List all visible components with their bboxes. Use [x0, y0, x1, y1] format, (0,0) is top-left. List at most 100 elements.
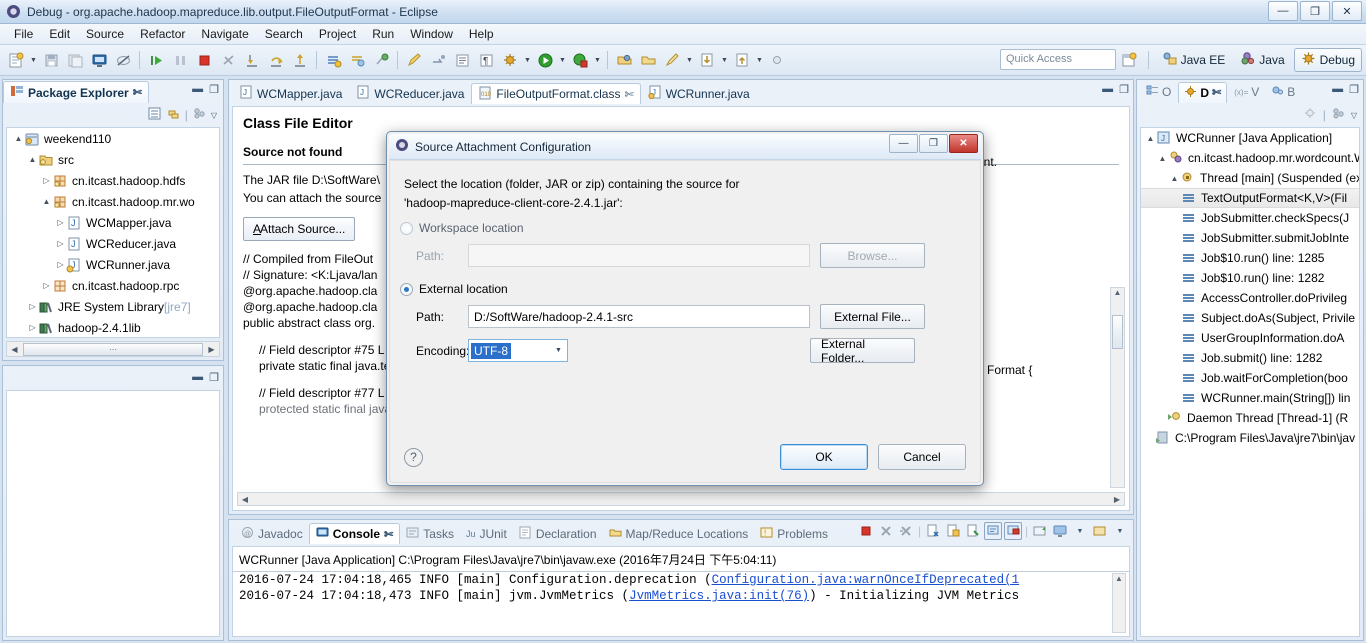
console-link[interactable]: JvmMetrics.java:init(76): [629, 589, 809, 603]
minimize-icon[interactable]: ▬: [1102, 83, 1113, 96]
search-dropdown-icon[interactable]: ▼: [684, 49, 695, 71]
maximize-icon[interactable]: ❐: [1349, 83, 1359, 96]
attach-source-button[interactable]: AAttach Source...: [243, 217, 356, 241]
twisty-icon[interactable]: ▷: [55, 260, 66, 269]
tree-row[interactable]: AccessController.doPrivileg: [1141, 288, 1359, 308]
run-external-dropdown-icon[interactable]: ▼: [592, 49, 603, 71]
open-folder-icon[interactable]: [637, 49, 659, 71]
tab-mapreduce-locations[interactable]: Map/Reduce Locations: [603, 523, 755, 544]
tree-row[interactable]: ▷ cn.itcast.hadoop.hdfs: [7, 170, 219, 191]
step-over-icon[interactable]: [265, 49, 287, 71]
next-annotation-icon[interactable]: [322, 49, 344, 71]
menu-window[interactable]: Window: [402, 25, 461, 43]
twisty-icon[interactable]: ▲: [1145, 134, 1156, 143]
misc-tool-icon[interactable]: [766, 49, 788, 71]
maximize-icon[interactable]: ❐: [1119, 83, 1129, 96]
tree-row[interactable]: ▲ cn.itcast.hadoop.mr.wo: [7, 191, 219, 212]
tab-declaration[interactable]: Declaration: [513, 523, 603, 544]
tab-debug[interactable]: D ✄: [1178, 81, 1228, 103]
upload-icon[interactable]: [731, 49, 753, 71]
tree-row[interactable]: ▲ cn.itcast.hadoop.mr.wordcount.W(: [1141, 148, 1359, 168]
tree-row[interactable]: WCRunner.main(String[]) lin: [1141, 388, 1359, 408]
clear-console-icon[interactable]: [924, 522, 942, 540]
scroll-left-icon[interactable]: ◀: [238, 495, 252, 504]
download-icon[interactable]: [696, 49, 718, 71]
external-location-option[interactable]: External location: [390, 282, 980, 296]
tree-row[interactable]: Job$10.run() line: 1285: [1141, 248, 1359, 268]
terminate-icon[interactable]: [857, 522, 875, 540]
disconnect-icon[interactable]: [217, 49, 239, 71]
close-icon[interactable]: ✄: [133, 86, 142, 99]
pin-console-icon[interactable]: [964, 522, 982, 540]
editor-tab-wcrunner[interactable]: J WCRunner.java: [641, 83, 757, 104]
terminate-icon[interactable]: [193, 49, 215, 71]
debug-tree[interactable]: ▲ J WCRunner [Java Application] ▲ cn.itc…: [1140, 127, 1360, 637]
tree-row[interactable]: TextOutputFormat<K,V>(Fil: [1141, 188, 1359, 208]
pencil-tool-icon[interactable]: [403, 49, 425, 71]
browse-button[interactable]: Browse...: [820, 243, 925, 268]
search-pencil-icon[interactable]: [661, 49, 683, 71]
encoding-select[interactable]: UTF-8 ▼: [468, 339, 568, 362]
minimize-button[interactable]: —: [1268, 1, 1298, 21]
tree-row[interactable]: ▷ J WCRunner.java: [7, 254, 219, 275]
twisty-icon[interactable]: ▲: [41, 197, 52, 206]
twisty-icon[interactable]: ▲: [1169, 174, 1180, 183]
view-menu-icon[interactable]: ▽: [211, 111, 217, 120]
workspace-path-input[interactable]: [468, 244, 810, 267]
package-explorer-tree[interactable]: ▲ weekend110 ▲ src ▷ cn.itcast.hadoop.hd…: [6, 127, 220, 338]
twisty-icon[interactable]: ▷: [27, 302, 38, 311]
external-folder-button[interactable]: External Folder...: [810, 337, 915, 365]
menu-help[interactable]: Help: [461, 25, 502, 43]
outline-icon[interactable]: [451, 49, 473, 71]
step-into-icon[interactable]: [241, 49, 263, 71]
tree-row[interactable]: ▲ src: [7, 149, 219, 170]
twisty-icon[interactable]: ▷: [55, 218, 66, 227]
debug-filter-icon[interactable]: [1303, 106, 1318, 124]
twisty-icon[interactable]: ▲: [27, 155, 38, 164]
tree-row[interactable]: Job$10.run() line: 1282: [1141, 268, 1359, 288]
maximize-icon[interactable]: ❐: [209, 371, 219, 384]
tab-tasks[interactable]: Tasks: [400, 523, 460, 544]
scroll-left-icon[interactable]: ◀: [7, 345, 22, 354]
open-console-window-icon[interactable]: [1091, 522, 1109, 540]
menu-file[interactable]: File: [6, 25, 41, 43]
external-path-input[interactable]: D:/SoftWare/hadoop-2.4.1-src: [468, 305, 810, 328]
radio-icon[interactable]: [400, 282, 413, 296]
twisty-icon[interactable]: ▷: [41, 281, 52, 290]
radio-icon[interactable]: [400, 221, 413, 235]
scroll-right-icon[interactable]: ▶: [204, 345, 219, 354]
hide-icon[interactable]: [112, 49, 134, 71]
editor-tab-wcmapper[interactable]: J WCMapper.java: [232, 83, 349, 104]
scroll-thumb[interactable]: ⋯: [23, 342, 203, 356]
collapse-all-icon[interactable]: [147, 106, 162, 124]
close-icon[interactable]: ✄: [624, 88, 633, 101]
tree-row[interactable]: ▲ J WCRunner [Java Application]: [1141, 128, 1359, 148]
console-dropdown-icon[interactable]: ▼: [1071, 522, 1089, 540]
tree-row[interactable]: Job.waitForCompletion(boo: [1141, 368, 1359, 388]
step-return-icon[interactable]: [289, 49, 311, 71]
tree-row[interactable]: ▷ J WCMapper.java: [7, 212, 219, 233]
close-icon[interactable]: ✄: [1212, 86, 1221, 99]
chevron-down-icon[interactable]: ▼: [550, 340, 567, 361]
dialog-minimize-button[interactable]: —: [889, 134, 918, 153]
tree-row[interactable]: JobSubmitter.submitJobInte: [1141, 228, 1359, 248]
close-button[interactable]: ✕: [1332, 1, 1362, 21]
twisty-icon[interactable]: ▷: [41, 176, 52, 185]
last-edit-location-icon[interactable]: [370, 49, 392, 71]
menu-project[interactable]: Project: [311, 25, 364, 43]
console-vscrollbar[interactable]: ▲: [1112, 573, 1126, 633]
previous-annotation-icon[interactable]: [346, 49, 368, 71]
link-with-editor-icon[interactable]: [166, 106, 181, 124]
open-perspective-icon[interactable]: [1118, 49, 1140, 71]
tree-row[interactable]: ▲ Thread [main] (Suspended (ex: [1141, 168, 1359, 188]
tree-row[interactable]: ▷ J WCReducer.java: [7, 233, 219, 254]
open-console-icon[interactable]: [1004, 522, 1022, 540]
twisty-icon[interactable]: ▷: [27, 323, 38, 332]
tab-console[interactable]: Console ✄: [308, 523, 401, 544]
save-all-icon[interactable]: [64, 49, 86, 71]
open-type-icon[interactable]: [613, 49, 635, 71]
maximize-icon[interactable]: ❐: [209, 83, 219, 96]
tree-row[interactable]: ▷ hadoop-2.4.1lib: [7, 317, 219, 337]
editor-tab-wcreducer[interactable]: J WCReducer.java: [349, 83, 471, 104]
tab-outline[interactable]: O: [1141, 82, 1176, 102]
